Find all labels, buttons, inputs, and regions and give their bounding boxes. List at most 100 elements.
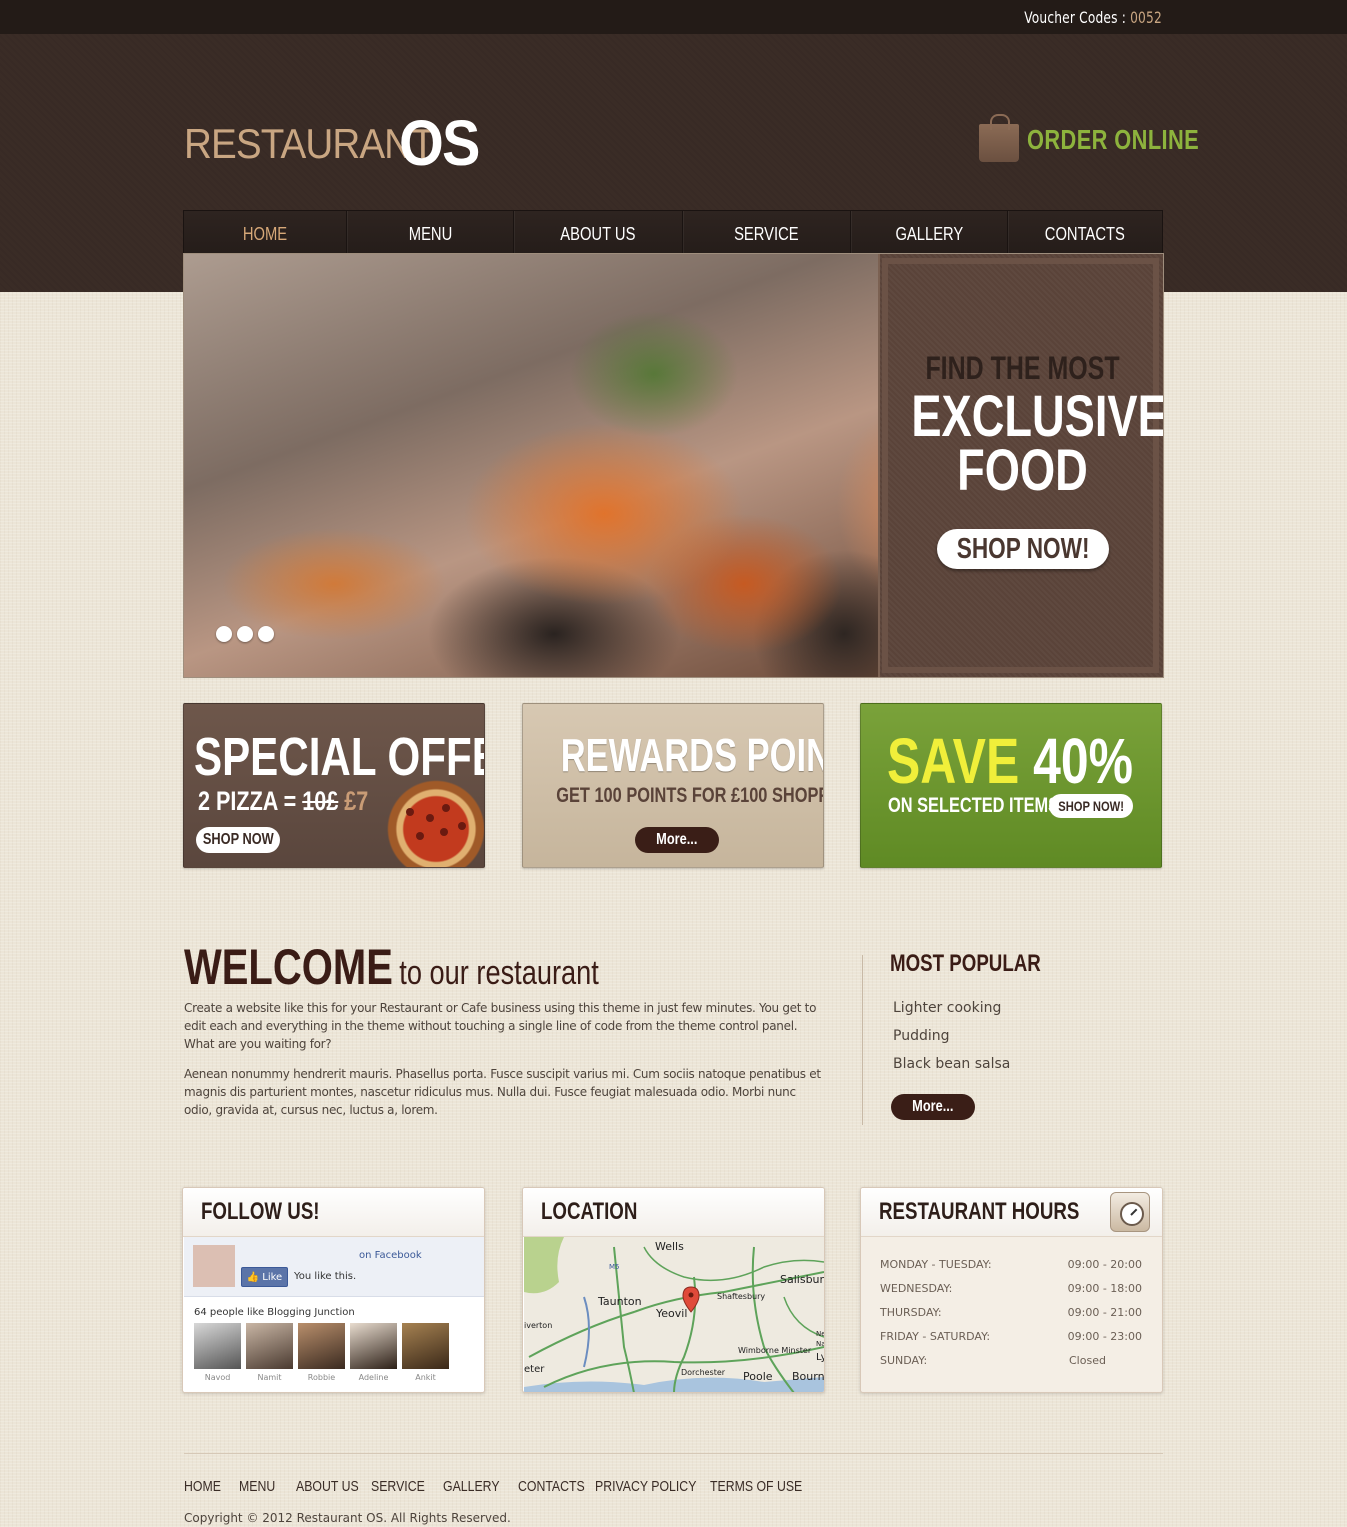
follow-us-panel: FOLLOW US! on Facebook 👍 Like You like th… [182, 1187, 485, 1393]
seafood-photo [184, 254, 878, 677]
fan-avatar[interactable]: Ankit [402, 1323, 449, 1382]
footer-nav: HOME MENU ABOUT US SERVICE GALLERY CONTA… [184, 1478, 810, 1495]
map-label: Shaftesbury [717, 1292, 766, 1301]
rewards-points-box: REWARDS POINTS GET 100 POINTS FOR £100 S… [522, 703, 824, 868]
shop-now-label: SHOP NOW! [956, 532, 1090, 565]
popular-item[interactable]: Black bean salsa [893, 1056, 1010, 1084]
welcome-paragraph-2: Aenean nonummy hendrerit mauris. Phasell… [184, 1067, 821, 1117]
hours-time: 09:00 - 23:00 [1067, 1330, 1142, 1343]
map-label: iverton [524, 1321, 553, 1330]
shop-now-button[interactable]: SHOP NOW! [937, 529, 1109, 569]
save-subtitle: ON SELECTED ITEMS [888, 794, 1060, 817]
fan-name: Ankit [415, 1373, 436, 1382]
avatar [194, 1323, 241, 1369]
hours-row: FRIDAY - SATURDAY: 09:00 - 23:00 [880, 1330, 1142, 1354]
promo-line-2: EXCLUSIVE FOOD [911, 388, 1163, 500]
map-label: Na [816, 1340, 824, 1348]
special-offer-price: 2 PIZZA = 10£ £7 [198, 786, 368, 817]
slider-pagination [216, 626, 274, 642]
hours-header: RESTAURANT HOURS [861, 1188, 1162, 1237]
hours-title: RESTAURANT HOURS [879, 1198, 1080, 1225]
welcome-title: WELCOME [184, 939, 393, 995]
location-header: LOCATION [523, 1188, 824, 1237]
top-bar: Voucher Codes : 0052 [0, 0, 1347, 34]
rewards-subtitle: GET 100 POINTS FOR £100 SHOPPING [556, 784, 823, 807]
map-label: Ly [816, 1352, 824, 1363]
divider [862, 955, 863, 1125]
popular-more-button[interactable]: More... [891, 1094, 975, 1120]
hours-day: WEDNESDAY: [880, 1282, 953, 1295]
rewards-more-label: More... [656, 831, 698, 848]
order-online-link[interactable]: ORDER ONLINE [979, 114, 1199, 164]
slider-dot-1[interactable] [216, 626, 232, 642]
slider-dot-2[interactable] [237, 626, 253, 642]
voucher-code: 0052 [1130, 8, 1162, 27]
hours-day: SUNDAY: [880, 1354, 928, 1367]
fan-avatar[interactable]: Robbie [298, 1323, 345, 1382]
map-label: Wells [655, 1240, 684, 1253]
hours-time: 09:00 - 18:00 [1067, 1282, 1142, 1295]
fan-name: Adeline [358, 1373, 389, 1382]
nav-about-us-label: ABOUT US [560, 224, 636, 244]
follow-us-header: FOLLOW US! [183, 1188, 484, 1237]
rewards-more-button[interactable]: More... [635, 827, 719, 853]
footer-link-menu[interactable]: MENU [239, 1478, 286, 1495]
location-map[interactable]: Wells Salisbury Taunton Yeovil Shaftesbu… [524, 1237, 824, 1392]
footer-link-about-us[interactable]: ABOUT US [296, 1478, 359, 1495]
pizza-image [372, 774, 484, 867]
popular-item[interactable]: Lighter cooking [893, 1000, 1010, 1028]
welcome-heading: WELCOME to our restaurant [184, 938, 599, 996]
likes-count: 64 people like Blogging Junction [194, 1307, 355, 1318]
nav-contacts[interactable]: CONTACTS [1008, 211, 1162, 258]
map-label: Yeovil [656, 1307, 688, 1320]
map-label: Dorchester [681, 1368, 726, 1377]
hours-row: WEDNESDAY: 09:00 - 18:00 [880, 1282, 1142, 1306]
save-shop-now-button[interactable]: SHOP NOW! [1049, 794, 1133, 818]
hours-table: MONDAY - TUESDAY: 09:00 - 20:00 WEDNESDAY… [880, 1258, 1142, 1378]
facebook-top: on Facebook 👍 Like You like this. [184, 1237, 484, 1297]
facebook-widget: on Facebook 👍 Like You like this. 64 peop… [184, 1237, 484, 1392]
hours-row: THURSDAY: 09:00 - 21:00 [880, 1306, 1142, 1330]
fan-avatar[interactable]: Namit [246, 1323, 293, 1382]
hours-row: MONDAY - TUESDAY: 09:00 - 20:00 [880, 1258, 1142, 1282]
new-price: £7 [338, 786, 369, 816]
map-label: Salisbury [780, 1273, 824, 1286]
slider-dot-3[interactable] [258, 626, 274, 642]
nav-service[interactable]: SERVICE [683, 211, 851, 258]
nav-about-us[interactable]: ABOUT US [514, 211, 683, 258]
footer-link-home[interactable]: HOME [184, 1478, 229, 1495]
slider-promo: FIND THE MOST EXCLUSIVE FOOD SHOP NOW! [878, 254, 1163, 677]
hours-time: 09:00 - 21:00 [1067, 1306, 1142, 1319]
footer-link-gallery[interactable]: GALLERY [443, 1478, 505, 1495]
on-facebook-link[interactable]: on Facebook [359, 1250, 422, 1261]
voucher-label: Voucher Codes : [1024, 8, 1131, 27]
hours-day: FRIDAY - SATURDAY: [880, 1330, 991, 1343]
nav-gallery[interactable]: GALLERY [851, 211, 1008, 258]
special-shop-now-label: SHOP NOW [202, 831, 274, 848]
special-offer-box: SPECIAL OFFER 2 PIZZA = 10£ £7 SHOP NOW [183, 703, 485, 868]
save-shop-now-label: SHOP NOW! [1058, 798, 1124, 814]
footer-link-contacts[interactable]: CONTACTS [518, 1478, 585, 1495]
save-percent: 40% [1019, 725, 1134, 797]
footer-link-privacy-policy[interactable]: PRIVACY POLICY [595, 1478, 696, 1495]
map-label: eter [524, 1364, 545, 1375]
promo-line-1: FIND THE MOST [925, 350, 1120, 386]
map-label: Taunton [598, 1295, 642, 1308]
price-prefix: 2 PIZZA = [198, 786, 303, 816]
fan-avatar[interactable]: Adeline [350, 1323, 397, 1382]
old-price: 10£ [302, 786, 339, 816]
copyright: Copyright © 2012 Restaurant OS. All Righ… [184, 1511, 511, 1525]
fan-avatar[interactable]: Navod [194, 1323, 241, 1382]
like-label: Like [262, 1271, 283, 1283]
nav-home[interactable]: HOME [184, 211, 347, 258]
special-shop-now-button[interactable]: SHOP NOW [196, 827, 280, 853]
popular-item[interactable]: Pudding [893, 1028, 1010, 1056]
facebook-like-button[interactable]: 👍 Like [241, 1267, 288, 1287]
hours-time: Closed [1069, 1354, 1106, 1367]
nav-service-label: SERVICE [734, 224, 799, 244]
save-40-box: SAVE 40% ON SELECTED ITEMS SHOP NOW! [860, 703, 1162, 868]
save-word: SAVE [887, 725, 1020, 797]
footer-link-service[interactable]: SERVICE [371, 1478, 430, 1495]
footer-link-terms-of-use[interactable]: TERMS OF USE [710, 1478, 802, 1495]
nav-menu[interactable]: MENU [347, 211, 514, 258]
